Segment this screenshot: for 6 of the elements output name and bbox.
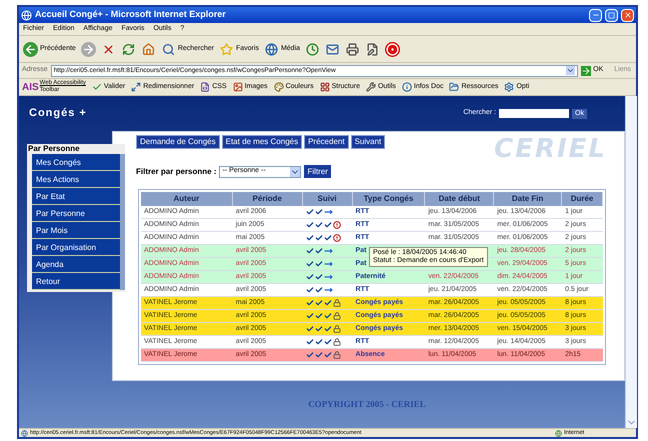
sidebar-heading: Par Personne [27,144,81,154]
filter-label: Filtrer par personne : [136,166,216,178]
window-title: Accueil Congé+ - Microsoft Internet Explorer [35,8,227,22]
app-title: Congés + [29,106,88,122]
ais-logo: AIS [22,80,39,94]
copyright: COPYRIGHT 2005 - CERIEL [307,398,426,411]
